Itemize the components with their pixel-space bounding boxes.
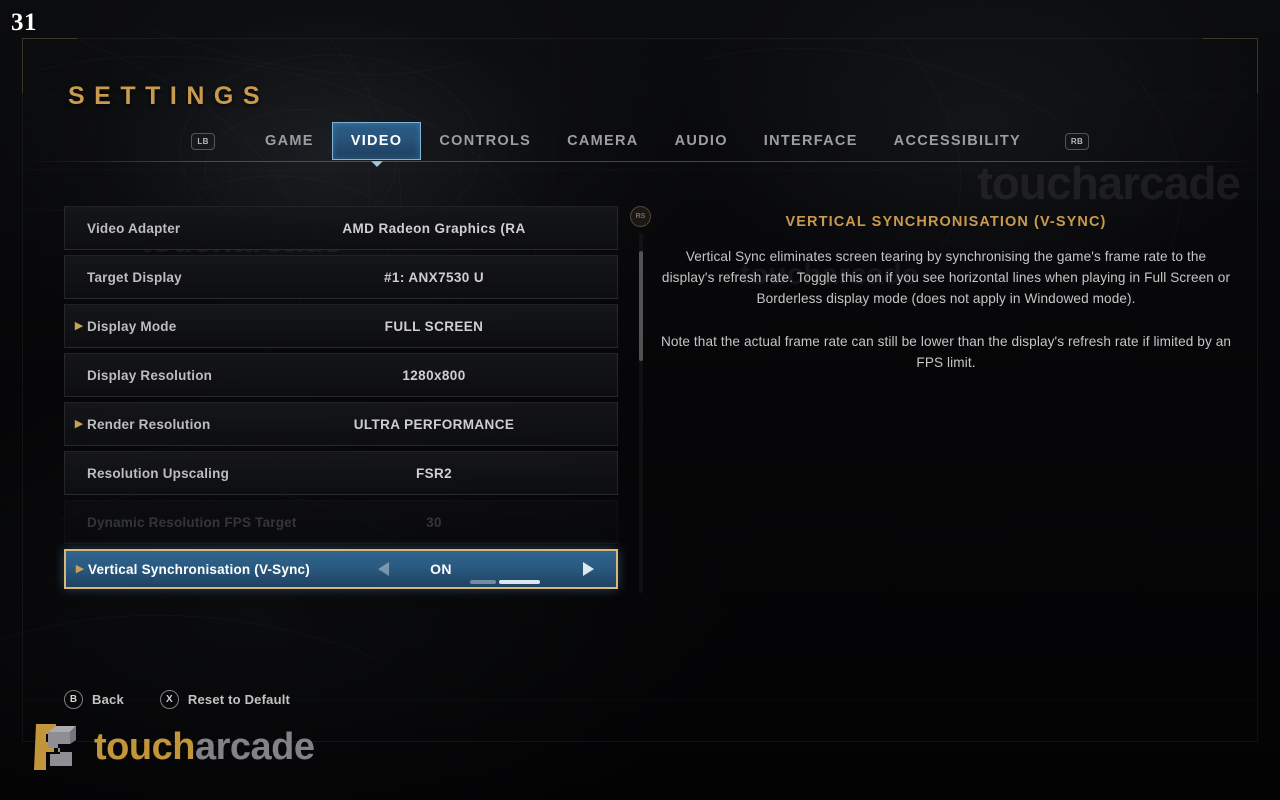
setting-row-vertical-synchronisation[interactable]: ▶ Vertical Synchronisation (V-Sync) ON bbox=[64, 549, 618, 589]
tab-camera[interactable]: CAMERA bbox=[549, 122, 656, 160]
button-b-icon: B bbox=[64, 690, 83, 709]
tab-audio[interactable]: AUDIO bbox=[657, 122, 746, 160]
setting-row-resolution-upscaling[interactable]: ▶ Resolution Upscaling FSR2 bbox=[64, 451, 618, 495]
right-stick-scroll-icon: RS bbox=[630, 206, 651, 227]
setting-value: 1280x800 bbox=[402, 367, 466, 383]
setting-label: Display Mode bbox=[87, 318, 177, 334]
bumper-rb-icon[interactable]: RB bbox=[1064, 132, 1089, 150]
description-panel: VERTICAL SYNCHRONISATION (V-SYNC) Vertic… bbox=[660, 214, 1232, 373]
setting-label: Dynamic Resolution FPS Target bbox=[87, 514, 297, 530]
watermark: toucharcade bbox=[26, 718, 315, 776]
footer-actions: B Back X Reset to Default bbox=[64, 690, 290, 709]
watermark-text: toucharcade bbox=[94, 726, 315, 768]
settings-list: ▶ Video Adapter AMD Radeon Graphics (RA … bbox=[64, 206, 618, 594]
tab-interface[interactable]: INTERFACE bbox=[746, 122, 876, 160]
setting-value: 30 bbox=[426, 514, 442, 530]
watermark-overlay-right: toucharcade bbox=[977, 157, 1241, 209]
setting-label: Resolution Upscaling bbox=[87, 465, 230, 481]
bumper-lb-icon[interactable]: LB bbox=[191, 132, 216, 150]
page-title: SETTINGS bbox=[68, 82, 270, 110]
setting-value: #1: ANX7530 U bbox=[384, 269, 484, 285]
setting-value: ULTRA PERFORMANCE bbox=[353, 416, 515, 432]
setting-row-target-display[interactable]: ▶ Target Display #1: ANX7530 U bbox=[64, 255, 618, 299]
toucharcade-logo-icon bbox=[26, 718, 82, 776]
tab-divider bbox=[24, 161, 1256, 162]
setting-row-render-resolution[interactable]: ▶ Render Resolution ULTRA PERFORMANCE bbox=[64, 402, 618, 446]
setting-label: Render Resolution bbox=[87, 416, 211, 432]
tab-game[interactable]: GAME bbox=[247, 122, 332, 160]
footer-action-back[interactable]: B Back bbox=[64, 690, 124, 709]
expand-arrow-icon: ▶ bbox=[75, 562, 85, 575]
setting-value: AMD Radeon Graphics (RA bbox=[342, 220, 526, 236]
button-x-icon: X bbox=[159, 690, 179, 709]
setting-label: Vertical Synchronisation (V-Sync) bbox=[88, 561, 310, 577]
tab-video[interactable]: VIDEO bbox=[331, 122, 422, 167]
setting-row-dynamic-resolution-fps-target: ▶ Dynamic Resolution FPS Target 30 bbox=[64, 500, 618, 544]
fps-counter: 31 bbox=[11, 9, 37, 36]
setting-value: ON bbox=[430, 561, 452, 577]
setting-row-video-adapter[interactable]: ▶ Video Adapter AMD Radeon Graphics (RA bbox=[64, 206, 618, 250]
description-note: Note that the actual frame rate can stil… bbox=[660, 334, 1232, 370]
value-position-indicator bbox=[470, 580, 540, 584]
setting-row-display-resolution[interactable]: ▶ Display Resolution 1280x800 bbox=[64, 353, 618, 397]
setting-row-display-mode[interactable]: ▶ Display Mode FULL SCREEN bbox=[64, 304, 618, 348]
watermark-text-arcade: arcade bbox=[194, 726, 315, 768]
scrollbar-thumb[interactable] bbox=[639, 251, 643, 361]
tab-controls[interactable]: CONTROLS bbox=[421, 122, 549, 160]
expand-arrow-icon: ▶ bbox=[74, 319, 84, 332]
description-body: Vertical Sync eliminates screen tearing … bbox=[661, 249, 1231, 306]
setting-value: FULL SCREEN bbox=[384, 318, 484, 334]
setting-value: FSR2 bbox=[415, 465, 453, 481]
tab-accessibility[interactable]: ACCESSIBILITY bbox=[876, 122, 1039, 160]
footer-action-label: Reset to Default bbox=[187, 692, 291, 707]
increment-arrow-icon[interactable] bbox=[583, 562, 594, 576]
settings-tab-bar: LB GAME VIDEO CONTROLS CAMERA AUDIO INTE… bbox=[0, 120, 1280, 167]
settings-scrollbar[interactable] bbox=[639, 233, 643, 593]
setting-label: Target Display bbox=[87, 269, 182, 285]
footer-action-reset[interactable]: X Reset to Default bbox=[159, 690, 291, 709]
watermark-text-touch: touch bbox=[94, 726, 195, 768]
expand-arrow-icon: ▶ bbox=[74, 417, 84, 430]
decrement-arrow-icon[interactable] bbox=[378, 562, 389, 576]
description-title: VERTICAL SYNCHRONISATION (V-SYNC) bbox=[785, 214, 1107, 230]
setting-label: Display Resolution bbox=[87, 367, 213, 383]
setting-label: Video Adapter bbox=[87, 220, 181, 236]
footer-action-label: Back bbox=[92, 692, 124, 707]
